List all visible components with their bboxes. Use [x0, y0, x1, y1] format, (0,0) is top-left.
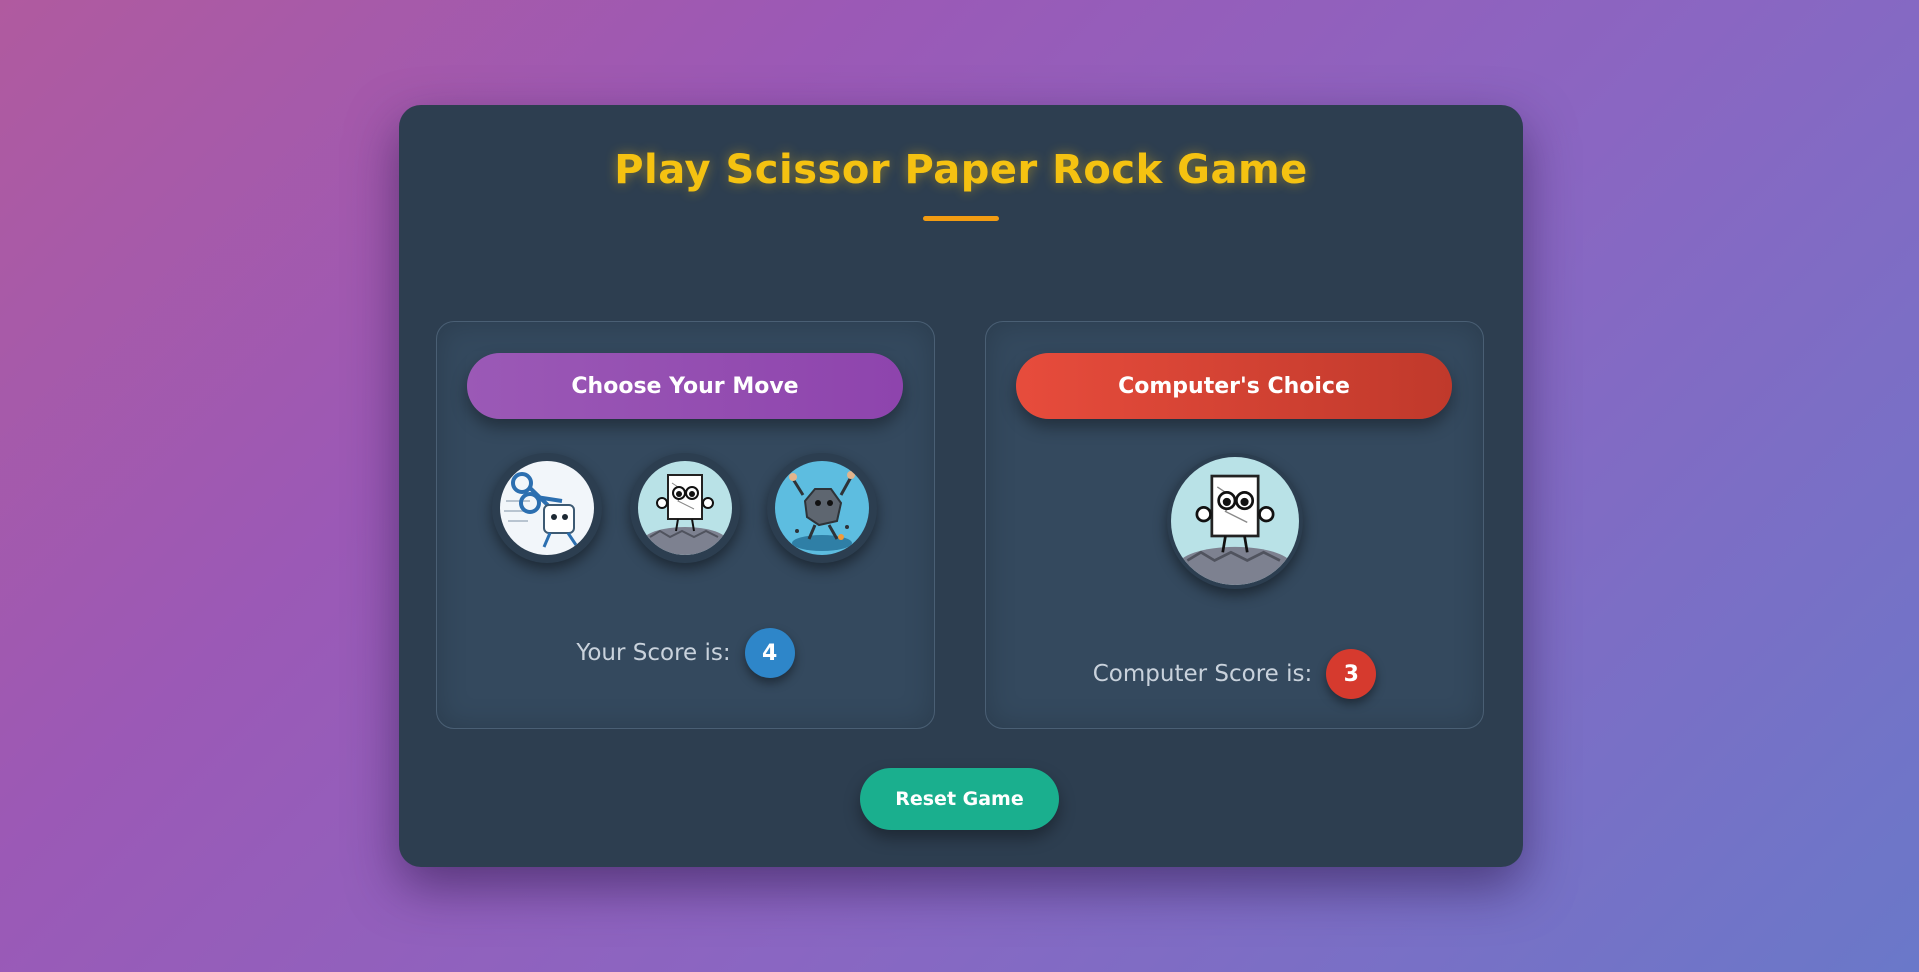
- page-title: Play Scissor Paper Rock Game: [614, 147, 1308, 193]
- choice-list: [492, 453, 877, 563]
- player-panel-header: Choose Your Move: [467, 353, 903, 419]
- scissor-choice-button[interactable]: [492, 453, 602, 563]
- reset-game-button[interactable]: Reset Game: [860, 768, 1059, 830]
- computer-choice-display: [1167, 453, 1303, 589]
- title-underline: [923, 216, 999, 221]
- player-score-badge: 4: [744, 628, 795, 678]
- paper-character-icon: [1171, 457, 1299, 585]
- scissor-character-icon: [500, 461, 594, 555]
- computer-panel-header: Computer's Choice: [1016, 353, 1452, 419]
- paper-choice-button[interactable]: [629, 453, 740, 563]
- player-score-label: Your Score is:: [576, 640, 731, 666]
- player-panel: Choose Your Move Your Score is: 4: [436, 321, 935, 729]
- paper-character-icon: [637, 461, 732, 555]
- computer-score-label: Computer Score is:: [1092, 661, 1313, 687]
- game-card: Play Scissor Paper Rock Game Choose Your…: [399, 105, 1523, 867]
- computer-score-row: Computer Score is: 3: [986, 649, 1483, 699]
- rock-choice-button[interactable]: [767, 453, 877, 563]
- player-score-row: Your Score is: 4: [437, 628, 934, 678]
- computer-score-badge: 3: [1326, 649, 1377, 699]
- rock-character-icon: [775, 461, 869, 555]
- computer-panel: Computer's Choice Computer Score is: 3: [985, 321, 1484, 729]
